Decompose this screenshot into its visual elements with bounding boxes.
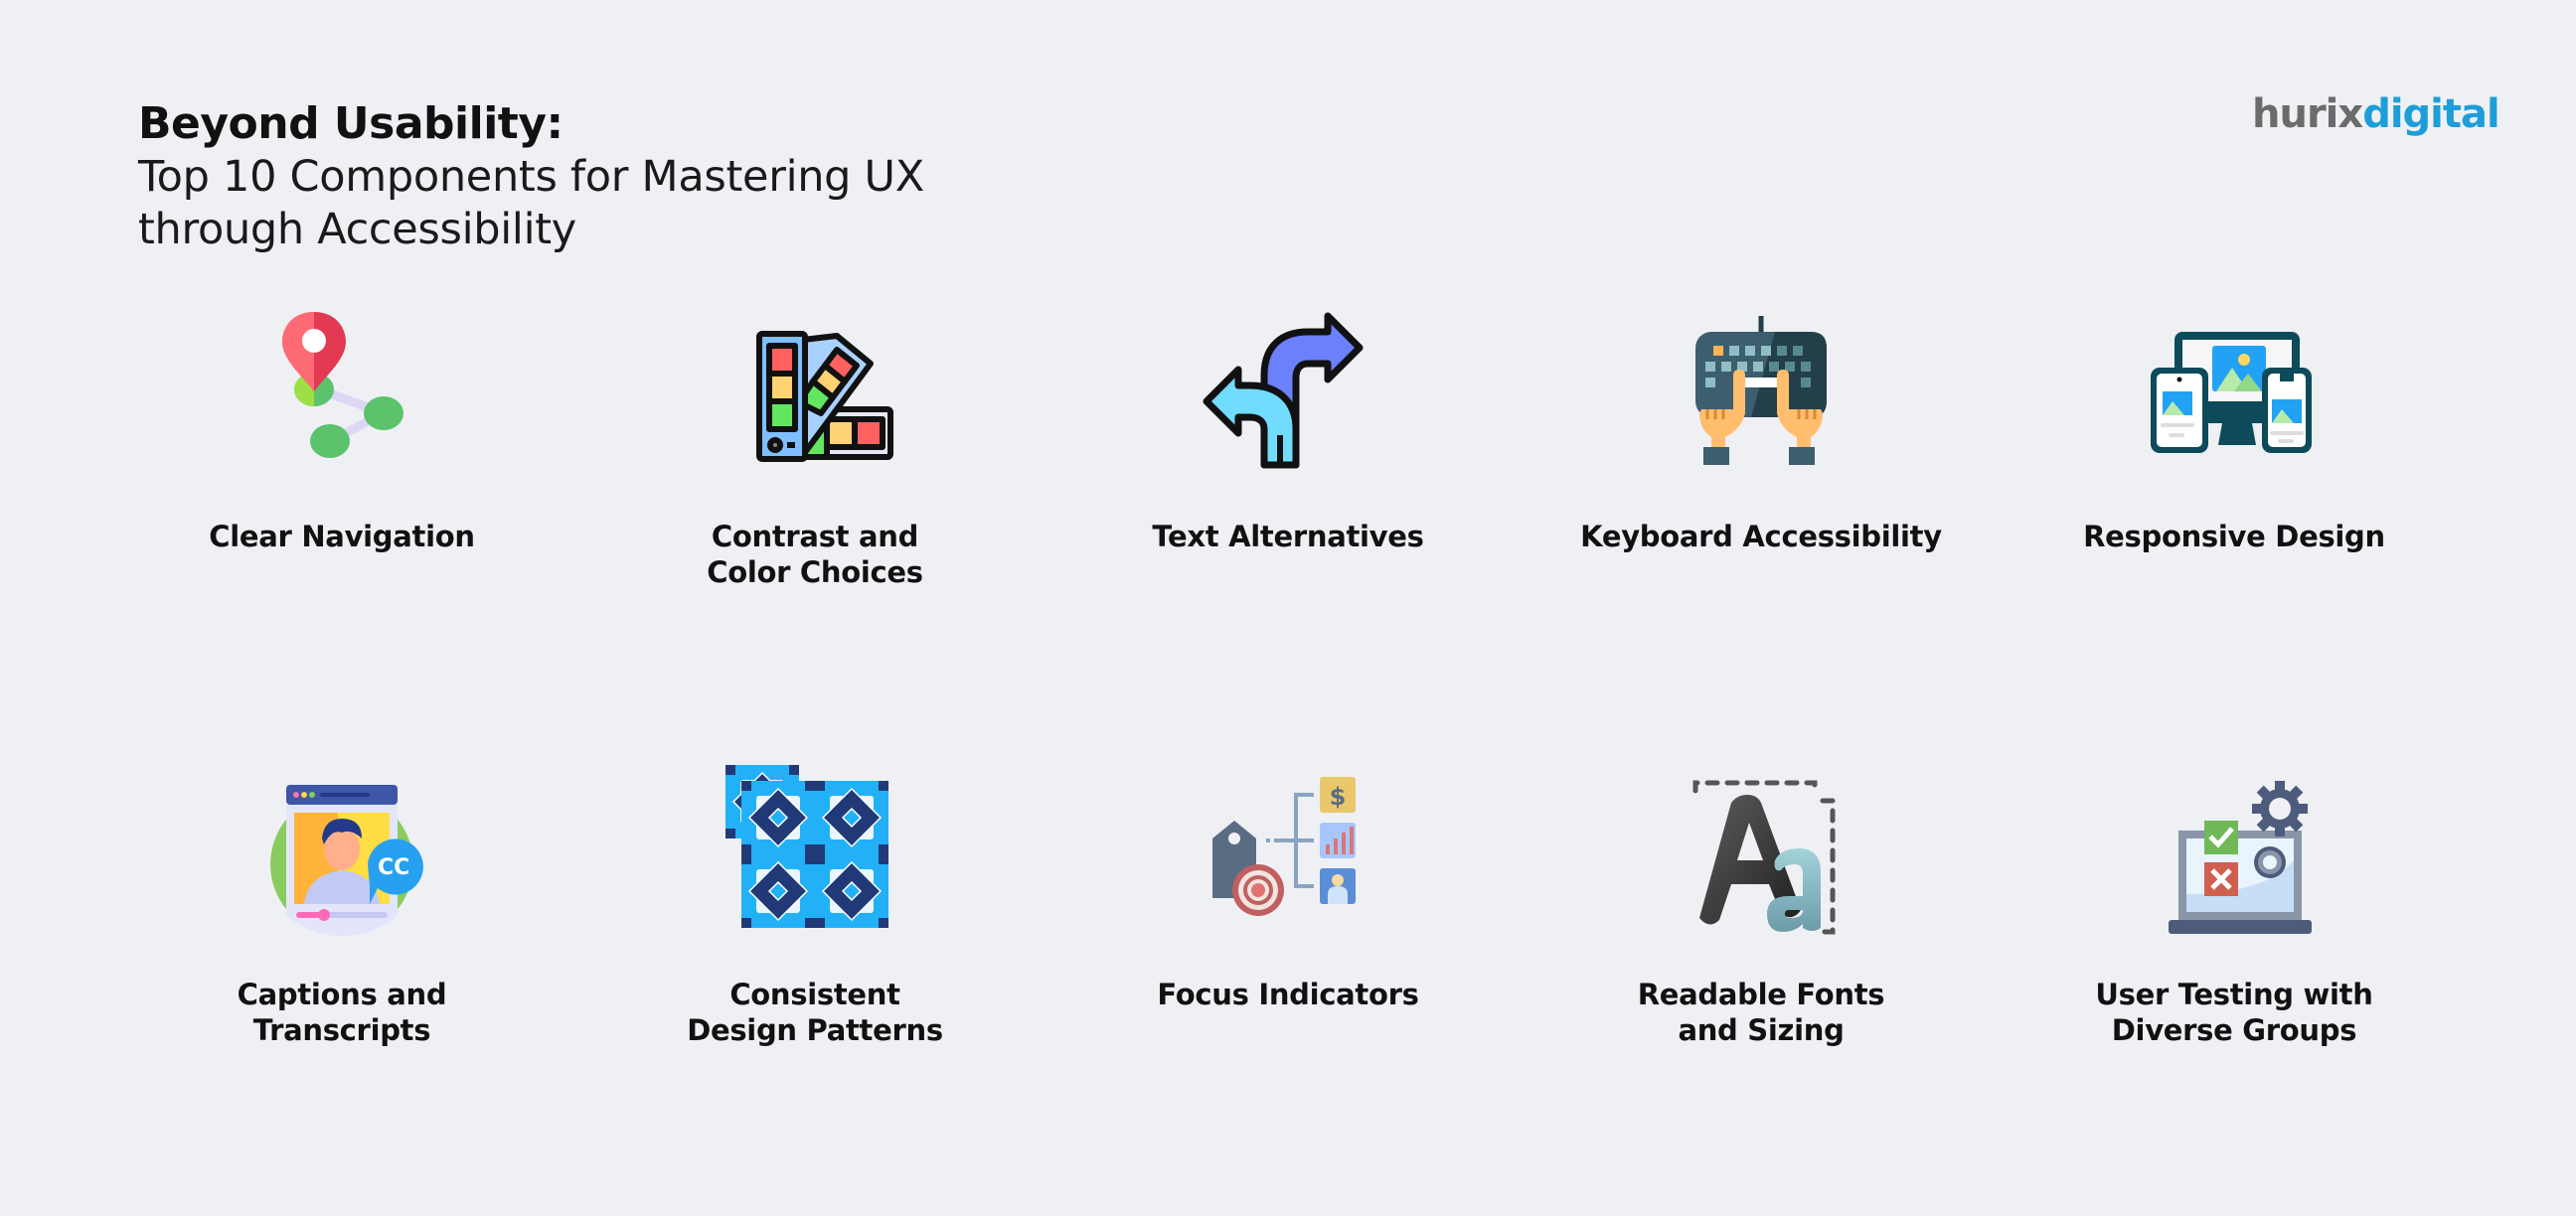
font-size-icon	[1672, 765, 1851, 944]
subtitle-line-1: Top 10 Components for Mastering UX	[138, 152, 924, 202]
logo-part-digital: digital	[2362, 91, 2500, 137]
component-label: Responsive Design	[2083, 520, 2385, 553]
component-label: Captions and Transcripts	[237, 978, 447, 1047]
color-swatch-icon	[725, 306, 904, 485]
svg-text:CC: CC	[378, 855, 409, 880]
target-tag-icon: $	[1199, 765, 1377, 944]
keyboard-hands-icon	[1672, 306, 1851, 485]
component-label: Consistent Design Patterns	[687, 978, 943, 1047]
title-heading: Beyond Usability:	[138, 98, 564, 149]
component-label: Text Alternatives	[1152, 520, 1424, 553]
component-label: Readable Fonts and Sizing	[1637, 978, 1885, 1047]
brand-logo: hurixdigital	[2252, 91, 2500, 137]
title-block: Beyond Usability: Top 10 Components for …	[138, 97, 924, 256]
subtitle-line-2: through Accessibility	[138, 205, 576, 254]
laptop-testing-icon	[2145, 765, 2324, 944]
tile-pattern-icon	[725, 765, 904, 944]
component-label: Clear Navigation	[209, 520, 475, 553]
svg-text:$: $	[1330, 783, 1347, 811]
component-label: Keyboard Accessibility	[1580, 520, 1942, 553]
component-label: Focus Indicators	[1157, 978, 1419, 1011]
map-pin-nodes-icon	[252, 306, 431, 485]
devices-icon	[2145, 306, 2324, 485]
video-captions-icon: CC	[252, 765, 431, 944]
split-arrows-icon	[1199, 306, 1377, 485]
component-label: Contrast and Color Choices	[707, 520, 923, 589]
component-label: User Testing with Diverse Groups	[2095, 978, 2373, 1047]
logo-part-hurix: hurix	[2252, 91, 2363, 137]
